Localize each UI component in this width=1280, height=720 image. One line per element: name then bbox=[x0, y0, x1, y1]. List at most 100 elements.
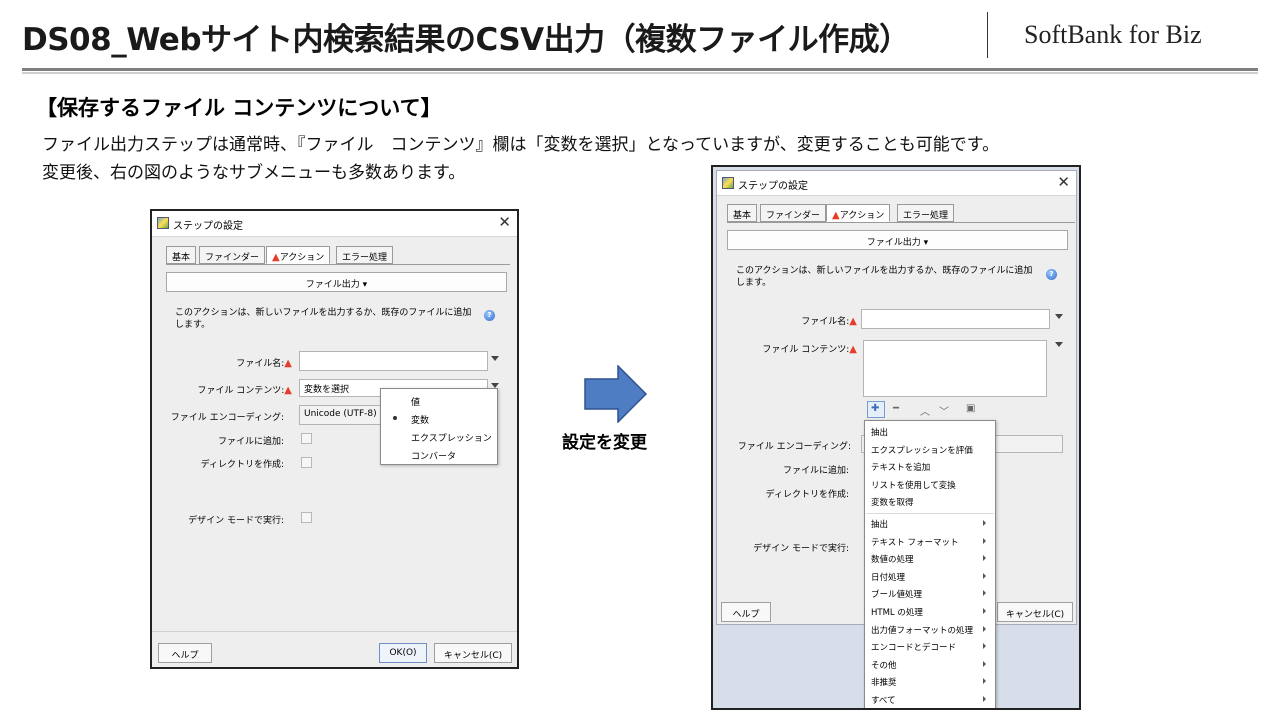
tab-action[interactable]: ▲アクション bbox=[826, 204, 891, 222]
warning-icon: ▲ bbox=[849, 344, 857, 355]
cancel-button[interactable]: キャンセル(C) bbox=[997, 602, 1073, 622]
menu-item[interactable]: リストを使用して変換 bbox=[865, 476, 995, 494]
chevron-right-icon bbox=[983, 643, 986, 650]
warning-icon: ▲ bbox=[832, 210, 840, 221]
submenu-item[interactable]: HTML の処理 bbox=[865, 603, 995, 621]
menu-item[interactable]: 変数を取得 bbox=[865, 493, 995, 511]
action-type-button[interactable]: ファイル出力 ▾ bbox=[166, 272, 507, 292]
popup-item-selected[interactable]: 変数 bbox=[381, 409, 497, 427]
submenu-item[interactable]: ブール値処理 bbox=[865, 585, 995, 603]
file-name-input[interactable] bbox=[861, 309, 1050, 329]
create-dir-label: ディレクトリを作成: bbox=[200, 460, 284, 470]
file-contents-label: ファイル コンテンツ:▲ bbox=[762, 344, 857, 355]
dialog-titlebar: ステップの設定 ✕ bbox=[717, 171, 1076, 196]
append-checkbox[interactable] bbox=[301, 433, 312, 444]
delete-icon[interactable]: ▣ bbox=[966, 403, 975, 414]
step-settings-dialog-right: ステップの設定 ✕ 基本 ファインダー ▲アクション エラー処理 ファイル出力 … bbox=[711, 165, 1081, 710]
header-divider bbox=[987, 12, 988, 58]
arrow-label: 設定を変更 bbox=[562, 433, 647, 453]
submenu-item[interactable]: 抽出 bbox=[865, 515, 995, 533]
close-icon[interactable]: ✕ bbox=[498, 213, 511, 231]
page-title: DS08_Webサイト内検索結果のCSV出力（複数ファイル作成） bbox=[22, 22, 910, 58]
tab-basic[interactable]: 基本 bbox=[166, 246, 197, 264]
action-description: このアクションは、新しいファイルを出力するか、既存のファイルに追加 します。 bbox=[175, 308, 472, 330]
file-name-input[interactable] bbox=[299, 351, 488, 371]
cancel-button[interactable]: キャンセル(C) bbox=[434, 643, 512, 663]
chevron-right-icon bbox=[983, 520, 986, 526]
design-mode-label: デザイン モードで実行: bbox=[188, 516, 284, 526]
minus-icon[interactable]: ━ bbox=[893, 403, 899, 414]
chevron-down-icon[interactable] bbox=[491, 356, 499, 361]
help-icon[interactable]: ? bbox=[484, 310, 495, 321]
chevron-right-icon bbox=[983, 625, 986, 632]
create-dir-label: ディレクトリを作成: bbox=[765, 490, 849, 500]
contents-type-popup: 値 変数 エクスプレッション コンバータ bbox=[380, 388, 498, 465]
help-button[interactable]: ヘルプ bbox=[721, 602, 771, 622]
tab-error-handling[interactable]: エラー処理 bbox=[897, 204, 955, 222]
chevron-down-icon[interactable] bbox=[1055, 314, 1063, 319]
header-rule-shadow bbox=[22, 72, 1258, 74]
chevron-right-icon bbox=[983, 608, 986, 614]
chevron-right-icon bbox=[983, 696, 986, 702]
submenu-item[interactable]: すべて bbox=[865, 691, 995, 708]
file-name-label: ファイル名:▲ bbox=[236, 358, 292, 369]
section-heading: 【保存するファイル コンテンツについて】 bbox=[36, 96, 442, 120]
file-name-label: ファイル名:▲ bbox=[801, 316, 857, 327]
add-button[interactable]: ✚ bbox=[867, 401, 885, 418]
help-button[interactable]: ヘルプ bbox=[158, 643, 212, 663]
tab-underline bbox=[166, 264, 510, 265]
body-text-line-2: 変更後、右の図のようなサブメニューも多数あります。 bbox=[42, 163, 466, 183]
submenu-item[interactable]: テキスト フォーマット bbox=[865, 533, 995, 551]
chevron-right-icon bbox=[983, 590, 986, 597]
move-down-icon[interactable]: ﹀ bbox=[939, 403, 949, 418]
footer-divider bbox=[152, 631, 517, 632]
help-icon[interactable]: ? bbox=[1046, 269, 1057, 280]
submenu-item[interactable]: エンコードとデコード bbox=[865, 638, 995, 656]
design-mode-label: デザイン モードで実行: bbox=[753, 544, 849, 554]
tab-basic[interactable]: 基本 bbox=[727, 204, 758, 222]
append-label: ファイルに追加: bbox=[217, 437, 284, 447]
plus-icon: ✚ bbox=[871, 403, 880, 414]
tab-underline bbox=[727, 222, 1075, 223]
popup-item[interactable]: エクスプレッション bbox=[381, 427, 497, 445]
submenu-item[interactable]: 数値の処理 bbox=[865, 550, 995, 568]
close-icon[interactable]: ✕ bbox=[1057, 173, 1070, 191]
body-text-line-1: ファイル出力ステップは通常時、『ファイル コンテンツ』欄は「変数を選択」となって… bbox=[42, 135, 1000, 155]
dialog-title: ステップの設定 bbox=[738, 181, 808, 192]
brand-logo: SoftBank for Biz bbox=[1024, 20, 1202, 49]
submenu-item[interactable]: 非推奨 bbox=[865, 673, 995, 691]
action-description: このアクションは、新しいファイルを出力するか、既存のファイルに追加 します。 bbox=[736, 266, 1033, 288]
warning-icon: ▲ bbox=[849, 316, 857, 327]
file-contents-label: ファイル コンテンツ:▲ bbox=[197, 385, 292, 396]
file-contents-textarea[interactable] bbox=[863, 340, 1047, 397]
tab-action[interactable]: ▲アクション bbox=[266, 246, 331, 264]
warning-icon: ▲ bbox=[284, 385, 292, 396]
popup-item[interactable]: コンバータ bbox=[381, 445, 497, 463]
warning-icon: ▲ bbox=[272, 252, 280, 263]
app-icon bbox=[722, 177, 734, 189]
menu-item[interactable]: テキストを追加 bbox=[865, 458, 995, 476]
ok-button[interactable]: OK(O) bbox=[379, 643, 427, 663]
menu-item[interactable]: 抽出 bbox=[865, 423, 995, 441]
header-rule bbox=[22, 68, 1258, 71]
action-type-button[interactable]: ファイル出力 ▾ bbox=[727, 230, 1068, 250]
tab-error-handling[interactable]: エラー処理 bbox=[336, 246, 394, 264]
chevron-right-icon bbox=[983, 660, 986, 667]
app-icon bbox=[157, 217, 169, 229]
chevron-right-icon bbox=[983, 537, 986, 544]
chevron-down-icon[interactable] bbox=[1055, 342, 1063, 347]
design-mode-checkbox[interactable] bbox=[301, 512, 312, 523]
tab-finder[interactable]: ファインダー bbox=[760, 204, 827, 222]
chevron-right-icon bbox=[983, 572, 986, 579]
submenu-item[interactable]: 出力値フォーマットの処理 bbox=[865, 621, 995, 639]
selected-dot-icon bbox=[393, 416, 397, 420]
menu-item[interactable]: エクスプレッションを評価 bbox=[865, 441, 995, 459]
menu-separator bbox=[866, 513, 994, 514]
submenu-item[interactable]: その他 bbox=[865, 656, 995, 674]
create-dir-checkbox[interactable] bbox=[301, 457, 312, 468]
popup-item[interactable]: 値 bbox=[381, 391, 497, 409]
move-up-icon[interactable]: ︿ bbox=[920, 403, 930, 418]
tab-finder[interactable]: ファインダー bbox=[199, 246, 266, 264]
encoding-label: ファイル エンコーディング: bbox=[737, 442, 851, 452]
submenu-item[interactable]: 日付処理 bbox=[865, 568, 995, 586]
